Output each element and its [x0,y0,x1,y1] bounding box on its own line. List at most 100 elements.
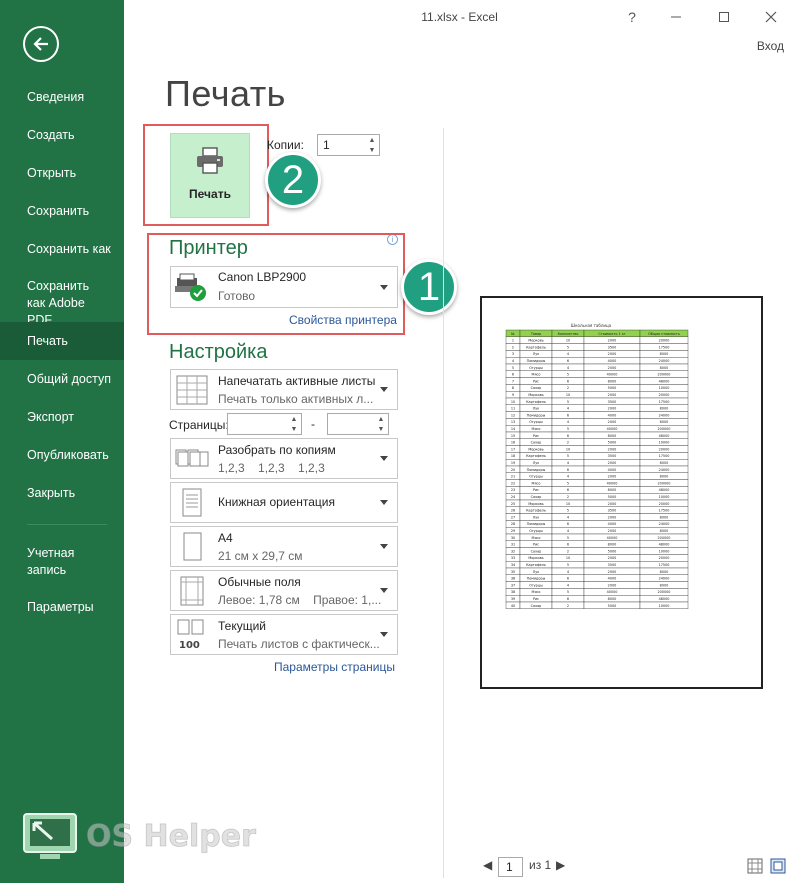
preview-cell-text: 2000 [608,366,617,370]
preview-cell-text: 2000 [608,529,617,533]
collate-subtitle: 1,2,3 1,2,3 1,2,3 [218,461,325,475]
paper-size-title: A4 [218,531,233,545]
nav-export[interactable]: Экспорт [0,409,124,426]
sign-in-link[interactable]: Вход [757,39,784,53]
nav-account[interactable]: Учетная запись [0,545,90,579]
nav-print[interactable]: Печать [0,322,124,360]
collate-dropdown[interactable]: Разобрать по копиям 1,2,3 1,2,3 1,2,3 [170,438,398,479]
minimize-icon [671,16,681,18]
orientation-dropdown[interactable]: Книжная ориентация [170,482,398,523]
chevron-down-icon [380,588,388,593]
preview-cell-text: Помидоры [527,577,546,581]
copies-down-icon[interactable]: ▼ [367,146,377,155]
preview-cell-text: 6 [567,488,569,492]
copies-up-icon[interactable]: ▲ [367,136,377,145]
paper-size-subtitle: 21 см x 29,7 см [218,549,303,563]
nav-open[interactable]: Открыть [0,165,124,182]
preview-cell-text: 2000 [608,475,617,479]
paper-size-icon [183,532,202,561]
pages-to-input[interactable]: ▲ ▼ [327,413,389,435]
preview-cell-text: 2000 [608,407,617,411]
preview-cell-text: 20000 [659,447,670,451]
preview-cell-text: 5000 [608,604,617,608]
preview-cell-text: 34 [511,563,515,567]
maximize-button[interactable] [712,6,736,28]
preview-cell-text: Помидоры [527,468,546,472]
print-scope-dropdown[interactable]: Напечатать активные листы Печать только … [170,369,398,410]
pages-from-up-icon[interactable]: ▲ [289,415,299,424]
preview-cell-text: 4 [567,475,569,479]
preview-cell-text: Помидоры [527,359,546,363]
nav-options[interactable]: Параметры [0,599,124,616]
preview-cell-text: 48000 [659,543,670,547]
nav-close[interactable]: Закрыть [0,485,124,502]
preview-cell-text: Сахар [531,604,542,608]
pages-to-up-icon[interactable]: ▲ [376,415,386,424]
preview-cell-text: Картофель [526,454,546,458]
paper-size-dropdown[interactable]: A4 21 см x 29,7 см [170,526,398,567]
nav-publish[interactable]: Опубликовать [0,447,124,464]
pages-from-down-icon[interactable]: ▼ [289,425,299,434]
preview-cell-text: 22 [511,481,515,485]
preview-cell-text: 37 [511,583,515,587]
preview-cell-text: Огурцы [529,366,543,370]
help-button[interactable]: ? [620,6,644,28]
nav-share[interactable]: Общий доступ [0,371,124,388]
preview-cell-text: 10000 [659,441,670,445]
preview-cell-text: 10 [511,400,515,404]
preview-cell-text: 31 [511,543,515,547]
preview-cell-text: 200000 [658,481,671,485]
pages-from-input[interactable]: ▲ ▼ [227,413,302,435]
preview-cell-text: Морковь [528,502,543,506]
zoom-to-page-icon[interactable] [770,858,786,874]
preview-cell-text: 14 [511,427,515,431]
back-button[interactable] [23,26,59,62]
backstage-sidebar: Сведения Создать Открыть Сохранить Сохра… [0,0,124,883]
preview-cell-text: 8000 [660,570,669,574]
nav-divider [27,524,107,525]
page-setup-link[interactable]: Параметры страницы [274,660,395,674]
copies-input[interactable]: 1 ▲ ▼ [317,134,380,156]
margins-dropdown[interactable]: Обычные поля Левое: 1,78 см Правое: 1,..… [170,570,398,611]
preview-cell-text: Рис [533,434,539,438]
preview-cell-text: 5000 [608,441,617,445]
preview-cell-text: 5 [567,509,569,513]
preview-cell-text: Мясо [532,373,541,377]
preview-cell-text: 4 [567,529,569,533]
preview-cell-text: 6 [567,434,569,438]
preview-cell-text: 2000 [608,515,617,519]
preview-cell-text: Помидоры [527,413,546,417]
nav-save-as[interactable]: Сохранить как [0,241,124,258]
preview-cell-text: 2000 [608,502,617,506]
preview-cell-text: 8000 [608,379,617,383]
preview-cell-text: 10000 [659,549,670,553]
close-button[interactable] [759,6,783,28]
preview-cell-text: Сахар [531,441,542,445]
nav-info[interactable]: Сведения [0,89,124,106]
preview-cell-text: Морковь [528,447,543,451]
chevron-down-icon [380,387,388,392]
preview-cell-text: 40000 [607,590,618,594]
preview-cell-text: 4000 [608,468,617,472]
nav-new[interactable]: Создать [0,127,124,144]
preview-cell-text: 40000 [607,481,618,485]
prev-page-icon[interactable]: ◀ [483,858,492,872]
preview-cell-text: Морковь [528,339,543,343]
copies-label: Копии: [267,138,304,152]
preview-cell-text: Картофель [526,509,546,513]
minimize-button[interactable] [664,6,688,28]
nav-save[interactable]: Сохранить [0,203,124,220]
preview-cell-text: 8000 [660,407,669,411]
preview-cell-text: 24000 [659,359,670,363]
show-margins-icon[interactable] [747,858,763,874]
scaling-dropdown[interactable]: 100 Текущий Печать листов с фактическ... [170,614,398,655]
page-number-input[interactable]: 1 [498,857,523,877]
scaling-title: Текущий [218,619,266,633]
pages-to-down-icon[interactable]: ▼ [376,425,386,434]
preview-cell-text: 4 [567,352,569,356]
preview-cell-text: 8 [512,386,514,390]
next-page-icon[interactable]: ▶ [556,858,565,872]
preview-cell-text: 8000 [660,515,669,519]
preview-cell-text: 32 [511,549,515,553]
preview-cell-text: Огурцы [529,529,543,533]
